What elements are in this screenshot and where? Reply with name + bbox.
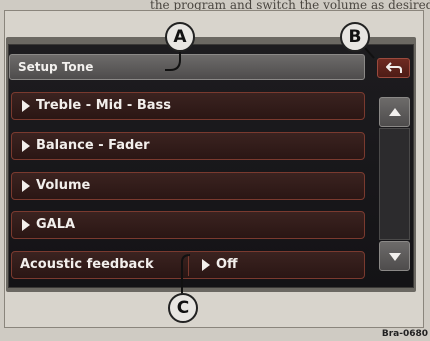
callout-c: C <box>168 293 198 323</box>
figure-code: Bra-0680 <box>381 329 428 339</box>
callout-a: A <box>165 22 195 52</box>
callout-leader-lines <box>165 47 375 294</box>
callout-b: B <box>340 22 370 52</box>
